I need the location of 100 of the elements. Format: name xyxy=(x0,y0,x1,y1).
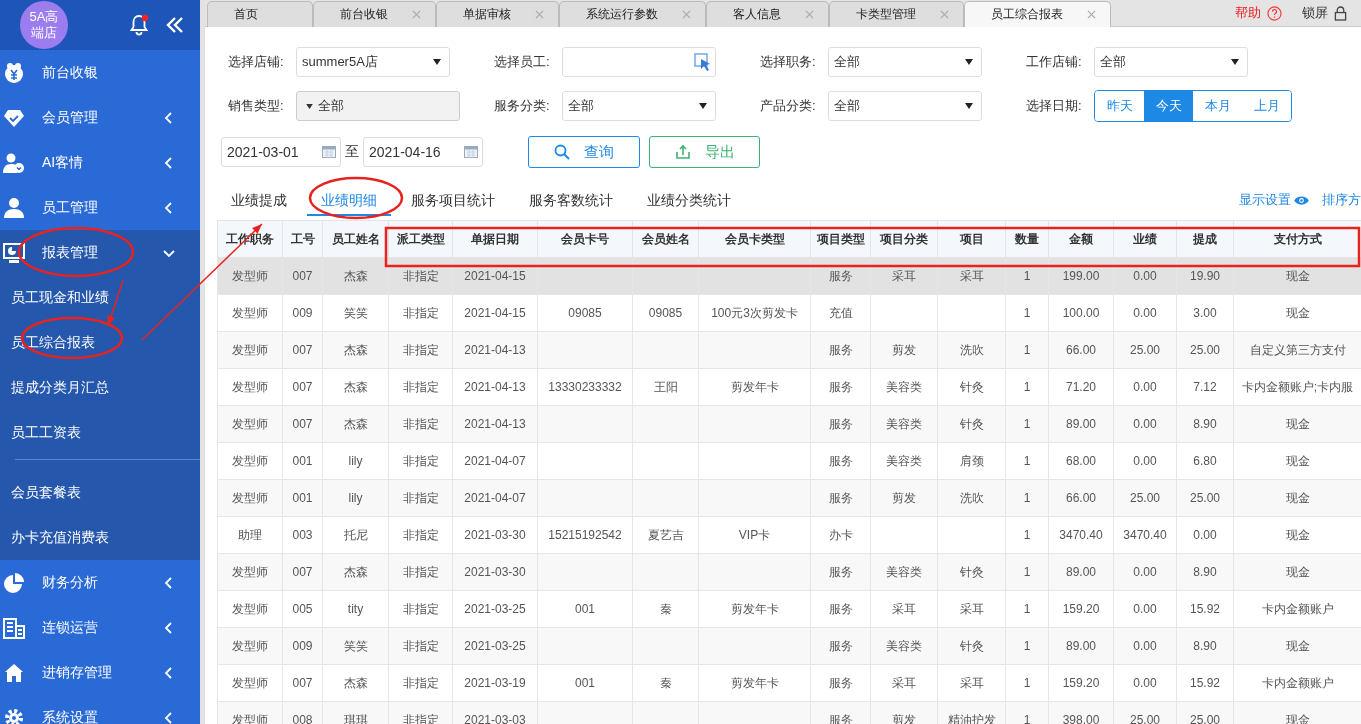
bell-icon[interactable] xyxy=(129,14,149,36)
select-field[interactable]: 全部 xyxy=(1094,47,1248,77)
table-row[interactable]: 发型师 005 tity 非指定 2021-03-25 001 秦 剪发年卡 服务 采耳 采耳 1 159.20 0.00 15.92 卡内金额账户 xyxy=(217,590,1361,628)
column-header[interactable]: 员工姓名 xyxy=(322,220,389,258)
column-header[interactable]: 会员卡类型 xyxy=(698,220,811,258)
employee-picker-field[interactable] xyxy=(562,47,716,77)
table-cell: 发型师 xyxy=(232,453,268,468)
table-cell: 针灸 xyxy=(959,416,984,431)
column-header[interactable]: 项目 xyxy=(937,220,1006,258)
menu-item[interactable]: 员工管理 xyxy=(0,185,200,230)
table-cell: 洗吹 xyxy=(959,342,984,357)
collapse-icon[interactable] xyxy=(165,16,185,34)
page-tab[interactable]: 卡类型管理 xyxy=(829,1,964,27)
table-cell: 采耳 xyxy=(959,268,984,283)
table-row[interactable]: 发型师 007 杰森 非指定 2021-03-19 001 秦 剪发年卡 服务 采耳 采耳 1 159.20 0.00 15.92 卡内金额账户 xyxy=(217,664,1361,702)
column-header[interactable]: 支付方式 xyxy=(1233,220,1361,258)
column-header[interactable]: 业绩 xyxy=(1113,220,1177,258)
close-icon[interactable] xyxy=(412,10,421,19)
column-header[interactable]: 数量 xyxy=(1005,220,1049,258)
page-tab[interactable]: 单据审核 xyxy=(436,1,559,27)
menu-item[interactable]: 财务分析 xyxy=(0,560,200,605)
report-tab[interactable]: 服务项目统计 xyxy=(397,184,509,216)
close-icon[interactable] xyxy=(535,10,544,19)
table-cell: 服务 xyxy=(828,601,853,616)
menu-item[interactable]: 前台收银 xyxy=(0,50,200,95)
close-icon[interactable] xyxy=(682,10,691,19)
table-row[interactable]: 发型师 007 杰森 非指定 2021-04-13 服务 美容类 针灸 1 89.00 0.00 8.90 现金 xyxy=(217,405,1361,443)
column-header[interactable]: 派工类型 xyxy=(388,220,453,258)
report-tab[interactable]: 服务客数统计 xyxy=(515,184,627,216)
table-cell: 66.00 xyxy=(1066,491,1096,505)
menu-item[interactable]: AI客情 xyxy=(0,140,200,185)
table-cell: 0.00 xyxy=(1133,269,1157,283)
table-row[interactable]: 发型师 001 lily 非指定 2021-04-07 服务 剪发 洗吹 1 66.00 25.00 25.00 现金 xyxy=(217,479,1361,517)
column-header[interactable]: 单据日期 xyxy=(452,220,538,258)
table-cell: 针灸 xyxy=(959,564,984,579)
table-row[interactable]: 发型师 007 杰森 非指定 2021-03-30 服务 美容类 针灸 1 89.00 0.00 8.90 现金 xyxy=(217,553,1361,591)
report-tab[interactable]: 业绩分类统计 xyxy=(633,184,745,216)
page-tab[interactable]: 员工综合报表 xyxy=(964,1,1111,27)
select-field[interactable]: 全部 xyxy=(828,47,982,77)
menu-item[interactable]: 会员管理 xyxy=(0,95,200,140)
close-icon[interactable] xyxy=(940,10,949,19)
table-cell: 2021-03-25 xyxy=(464,639,526,653)
submenu-item[interactable]: 会员套餐表 xyxy=(0,470,200,515)
column-header[interactable]: 工号 xyxy=(282,220,323,258)
date-field[interactable]: 2021-03-01 xyxy=(221,137,341,167)
column-header[interactable]: 项目类型 xyxy=(810,220,871,258)
submenu-item[interactable]: 员工现金和业绩 xyxy=(0,275,200,320)
table-row[interactable]: 发型师 001 lily 非指定 2021-04-07 服务 美容类 肩颈 1 68.00 0.00 6.80 现金 xyxy=(217,442,1361,480)
table-row[interactable]: 发型师 007 杰森 非指定 2021-04-15 服务 采耳 采耳 1 199.00 0.00 19.90 现金 xyxy=(217,257,1361,295)
column-header[interactable]: 会员姓名 xyxy=(632,220,699,258)
column-header[interactable]: 项目分类 xyxy=(870,220,938,258)
lock-screen-link[interactable]: 锁屏 xyxy=(1302,4,1328,22)
table-row[interactable]: 发型师 009 笑笑 非指定 2021-03-25 服务 美容类 针灸 1 89.00 0.00 8.90 现金 xyxy=(217,627,1361,665)
close-icon[interactable] xyxy=(805,10,814,19)
search-button[interactable]: 查询 xyxy=(528,136,640,168)
lock-icon[interactable] xyxy=(1334,5,1347,21)
table-cell: 现金 xyxy=(1285,564,1310,579)
column-header[interactable]: 金额 xyxy=(1048,220,1114,258)
sort-link[interactable]: 排序方 xyxy=(1322,191,1361,209)
report-tab[interactable]: 业绩明细 xyxy=(307,184,391,216)
submenu-item[interactable]: 员工工资表 xyxy=(0,410,200,455)
submenu-item[interactable]: 办卡充值消费表 xyxy=(0,515,200,560)
menu-item[interactable]: 系统设置 xyxy=(0,695,200,724)
select-field[interactable]: 全部 xyxy=(562,91,716,121)
table-cell: 杰森 xyxy=(343,268,368,283)
table-cell: 009 xyxy=(292,306,313,320)
page-tab[interactable]: 客人信息 xyxy=(706,1,829,27)
column-header[interactable]: 会员卡号 xyxy=(537,220,633,258)
menu-item[interactable]: 报表管理 xyxy=(0,230,200,275)
table-cell: 采耳 xyxy=(892,675,916,690)
table-row[interactable]: 助理 003 托尼 非指定 2021-03-30 15215192542 夏艺吉 VIP卡 办卡 1 3470.40 3470.40 0.00 现金 xyxy=(217,516,1361,554)
close-icon[interactable] xyxy=(1087,10,1096,19)
menu-item[interactable]: 连锁运营 xyxy=(0,605,200,650)
calendar-icon[interactable] xyxy=(322,146,336,158)
submenu-item[interactable]: 提成分类月汇总 xyxy=(0,365,200,410)
table-cell: 007 xyxy=(292,417,313,431)
page-tab[interactable]: 首页 xyxy=(207,1,313,27)
date-range-button[interactable]: 今天 xyxy=(1144,91,1193,121)
menu-item[interactable]: 进销存管理 xyxy=(0,650,200,695)
menu-label: 财务分析 xyxy=(42,573,99,592)
report-tab[interactable]: 业绩提成 xyxy=(217,184,301,216)
table-cell: 0.00 xyxy=(1133,417,1157,431)
date-field[interactable]: 2021-04-16 xyxy=(363,137,483,167)
eye-icon[interactable] xyxy=(1293,194,1310,206)
filter-label: 选择店铺: xyxy=(228,53,285,71)
page-tab[interactable]: 系统运行参数 xyxy=(559,1,706,27)
table-row[interactable]: 发型师 007 杰森 非指定 2021-04-13 服务 剪发 洗吹 1 66.00 25.00 25.00 自定义第三方支付 xyxy=(217,331,1361,369)
page-tab[interactable]: 前台收银 xyxy=(313,1,436,27)
select-field[interactable]: 全部 xyxy=(828,91,982,121)
cursor-icon[interactable] xyxy=(694,53,712,71)
calendar-icon[interactable] xyxy=(464,146,478,158)
sales-type-field[interactable]: 全部 xyxy=(296,91,460,121)
table-cell: 25.00 xyxy=(1130,491,1160,505)
select-field[interactable]: summer5A店 xyxy=(296,47,450,77)
display-settings-link[interactable]: 显示设置 xyxy=(1239,191,1291,209)
help-icon[interactable] xyxy=(1267,5,1282,21)
table-row[interactable]: 发型师 009 笑笑 非指定 2021-04-15 09085 09085 100元3次剪发卡 充值 1 100.00 0.00 3.00 现金 xyxy=(217,294,1361,332)
table-row[interactable]: 发型师 007 杰森 非指定 2021-04-13 13330233332 王阳 剪发年卡 服务 美容类 针灸 1 71.20 0.00 7.12 卡内金额账户;卡内服 xyxy=(217,368,1361,406)
table-cell: 15.92 xyxy=(1190,676,1220,690)
column-header[interactable]: 提成 xyxy=(1176,220,1234,258)
